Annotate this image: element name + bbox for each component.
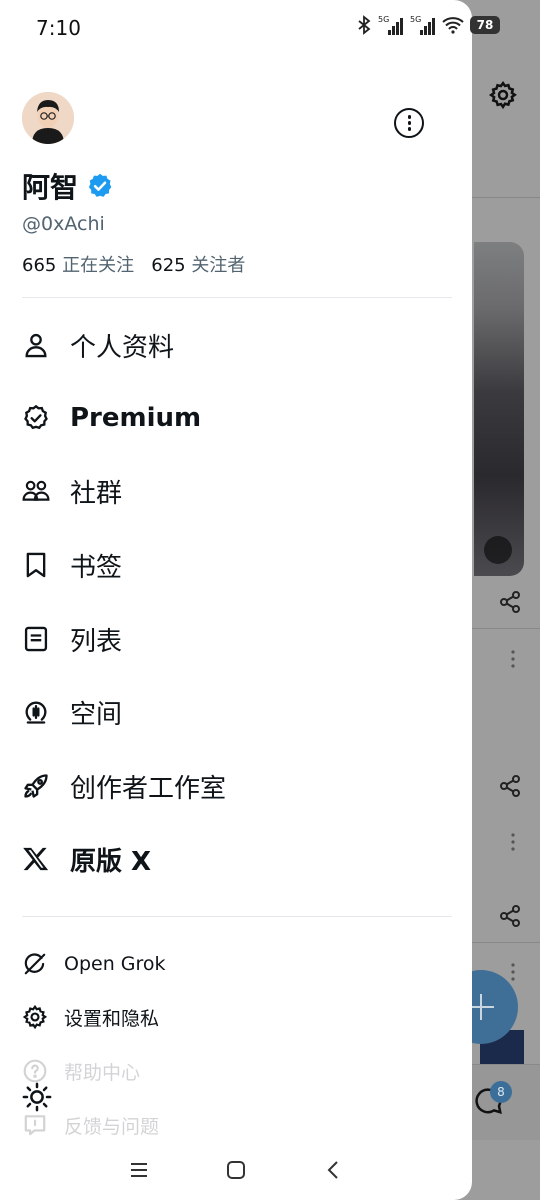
menu-icon bbox=[130, 1163, 147, 1177]
list-icon bbox=[22, 625, 50, 653]
gear-icon bbox=[22, 1004, 48, 1030]
follow-stats: 665 正在关注 625 关注者 bbox=[22, 251, 245, 277]
profile-handle: @0xAchi bbox=[22, 213, 105, 235]
menu-item-creator-studio[interactable]: 创作者工作室 bbox=[22, 758, 452, 814]
menu-item-bookmarks[interactable]: 书签 bbox=[22, 537, 452, 593]
status-time: 7:10 bbox=[36, 16, 81, 40]
menu-item-original-x[interactable]: 原版 X bbox=[22, 831, 452, 887]
share-icon bbox=[500, 775, 520, 797]
menu-item-premium[interactable]: Premium bbox=[22, 390, 452, 446]
feed-divider bbox=[472, 628, 540, 629]
menu-item-communities[interactable]: 社群 bbox=[22, 463, 452, 519]
battery-indicator: 78 bbox=[470, 16, 500, 34]
menu-item-open-grok[interactable]: Open Grok bbox=[22, 944, 452, 984]
x-logo-icon bbox=[22, 845, 50, 873]
feed-divider bbox=[472, 197, 540, 198]
mute-icon bbox=[484, 536, 512, 564]
rocket-icon bbox=[22, 772, 50, 800]
home-icon bbox=[226, 1161, 245, 1179]
help-icon bbox=[22, 1058, 48, 1084]
share-icon bbox=[500, 905, 520, 927]
divider bbox=[22, 916, 452, 917]
messages-badge: 8 bbox=[490, 1081, 512, 1103]
premium-badge-icon bbox=[22, 404, 50, 432]
feed-video-thumbnail bbox=[474, 242, 524, 576]
feedback-icon bbox=[22, 1112, 48, 1138]
bookmark-icon bbox=[22, 551, 50, 579]
theme-toggle-icon[interactable] bbox=[22, 1082, 52, 1112]
wifi-icon bbox=[442, 17, 464, 34]
back-button[interactable] bbox=[318, 1155, 348, 1185]
status-bar: 7:10 5G 5G 78 bbox=[0, 0, 540, 56]
more-options-button[interactable] bbox=[394, 108, 424, 138]
share-icon bbox=[500, 591, 520, 613]
more-icon bbox=[511, 833, 515, 851]
followers-link[interactable]: 625 关注者 bbox=[151, 255, 245, 276]
recent-apps-button[interactable] bbox=[124, 1155, 154, 1185]
system-navigation-bar bbox=[0, 1140, 472, 1200]
menu-item-profile[interactable]: 个人资料 bbox=[22, 317, 452, 373]
following-link[interactable]: 665 正在关注 bbox=[22, 255, 134, 276]
spaces-icon bbox=[22, 698, 50, 726]
back-icon bbox=[327, 1161, 339, 1179]
navigation-drawer: 阿智 @0xAchi 665 正在关注 625 关注者 个人资料 Premium… bbox=[0, 0, 472, 1200]
communities-icon bbox=[22, 477, 50, 505]
svg-text:5G: 5G bbox=[378, 15, 389, 24]
menu-item-spaces[interactable]: 空间 bbox=[22, 684, 452, 740]
cellular-signal-icon: 5G bbox=[410, 15, 435, 35]
profile-name[interactable]: 阿智 bbox=[22, 166, 78, 206]
menu-item-feedback[interactable]: 反馈与问题 bbox=[22, 1105, 452, 1145]
more-icon bbox=[511, 963, 515, 981]
menu-item-lists[interactable]: 列表 bbox=[22, 611, 452, 667]
home-button[interactable] bbox=[221, 1155, 251, 1185]
divider bbox=[22, 297, 452, 298]
menu-item-help-center[interactable]: 帮助中心 bbox=[22, 1051, 452, 1091]
gear-icon bbox=[488, 80, 517, 110]
verified-badge-icon bbox=[88, 173, 112, 197]
grok-icon bbox=[22, 951, 48, 977]
person-icon bbox=[22, 331, 50, 359]
more-icon bbox=[511, 650, 515, 668]
cellular-signal-icon: 5G bbox=[378, 15, 403, 35]
svg-text:5G: 5G bbox=[410, 15, 421, 24]
menu-item-settings-privacy[interactable]: 设置和隐私 bbox=[22, 997, 452, 1037]
avatar[interactable] bbox=[22, 92, 74, 144]
feed-divider bbox=[472, 942, 540, 943]
bluetooth-icon bbox=[358, 15, 371, 35]
